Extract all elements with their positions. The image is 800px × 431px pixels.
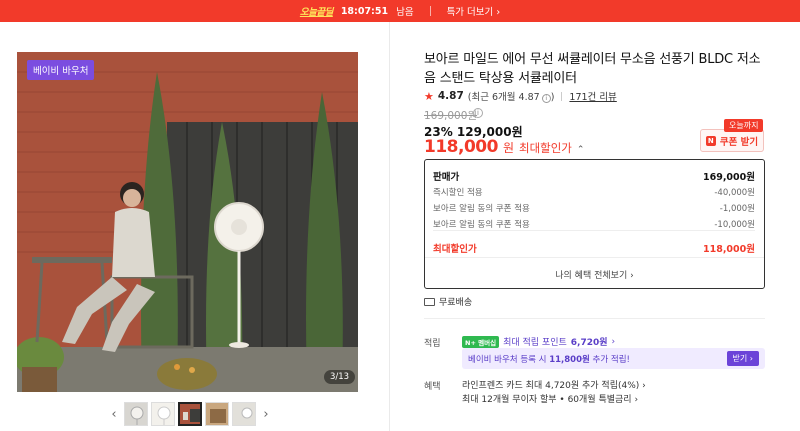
thumbnail[interactable] <box>205 402 229 426</box>
breakdown-row: 보아르 알림 동의 쿠폰 적용 -10,000원 <box>433 218 755 230</box>
final-price: 118,000 <box>424 137 498 157</box>
price-breakdown: 판매가 169,000원 즉시할인 적용 -40,000원 보아르 알림 동의 … <box>424 159 765 289</box>
coupon-button-label: 쿠폰 받기 <box>719 136 759 148</box>
deal-more-label: 특가 더보기 <box>446 7 494 18</box>
banner-divider <box>429 6 431 16</box>
voucher-badge: 베이비 바우처 <box>27 60 95 80</box>
points-amount: 6,720원 <box>570 338 608 348</box>
breakdown-divider <box>433 230 755 231</box>
rating-recent-close: ) <box>550 92 555 103</box>
voucher-receive-button[interactable]: 받기 › <box>726 351 759 366</box>
photo-counter: 3/13 <box>324 370 356 384</box>
chevron-right-icon: › <box>630 271 634 281</box>
deal-banner[interactable]: 오늘끝딜 18:07:51 남음 특가 더보기 › <box>0 0 800 22</box>
section-divider <box>424 318 765 319</box>
chevron-right-icon: › <box>611 336 616 347</box>
breakdown-label: 보아르 알림 동의 쿠폰 적용 <box>433 220 530 230</box>
review-link[interactable]: 171건 리뷰 <box>569 89 616 103</box>
all-benefits-label: 나의 혜택 전체보기 <box>555 271 628 281</box>
deal-timer: 18:07:51 <box>340 5 389 17</box>
benefit-card-text: 라인프렌즈 카드 최대 4,720원 추가 적립(4%) <box>462 381 640 391</box>
chevron-up-icon: ⌃ <box>576 145 585 155</box>
chevron-right-icon: › <box>496 7 501 18</box>
shipping-info: 무료배송 <box>424 295 472 308</box>
voucher-suffix: 추가 적립! <box>592 354 630 365</box>
product-photo-illustration <box>17 52 358 392</box>
benefit-installment[interactable]: 최대 12개월 무이자 할부 • 60개월 특별금리 › <box>462 392 638 405</box>
coupon-button[interactable]: N 쿠폰 받기 <box>700 129 764 152</box>
breakdown-value: 169,000원 <box>702 172 755 183</box>
breakdown-row: 즉시할인 적용 -40,000원 <box>433 186 755 198</box>
breakdown-label: 보아르 알림 동의 쿠폰 적용 <box>433 204 530 214</box>
chevron-right-icon[interactable]: › <box>259 407 273 422</box>
benefit-card[interactable]: 라인프렌즈 카드 최대 4,720원 추가 적립(4%) › <box>462 378 646 391</box>
thumbnail-active[interactable] <box>178 402 202 426</box>
breakdown-row: 보아르 알림 동의 쿠폰 적용 -1,000원 <box>433 202 755 214</box>
breakdown-total-value: 118,000원 <box>702 244 755 255</box>
product-main-image[interactable] <box>17 52 358 392</box>
points-text: 최대 적립 포인트 <box>503 338 567 348</box>
thumbnail[interactable] <box>232 402 256 426</box>
info-icon[interactable]: i <box>541 94 551 103</box>
benefits-section-label: 혜택 <box>424 382 441 392</box>
chevron-right-icon: › <box>642 381 646 391</box>
benefit-installment-text: 최대 12개월 무이자 할부 • 60개월 특별금리 <box>462 395 632 405</box>
final-price-label: 최대할인가 <box>518 141 572 155</box>
breakdown-value: -40,000원 <box>714 188 755 198</box>
breakdown-value: -1,000원 <box>719 204 755 214</box>
deal-more-link[interactable]: 특가 더보기 › <box>447 4 501 18</box>
breakdown-value: -10,000원 <box>714 220 755 230</box>
chevron-right-icon: › <box>634 395 639 405</box>
voucher-prefix: 베이비 바우처 등록 시 <box>468 354 547 365</box>
voucher-promo-bar[interactable]: 베이비 바우처 등록 시 11,800원 추가 적립! 받기 › <box>462 348 765 369</box>
today-only-tag: 오늘까지 <box>724 119 764 132</box>
voucher-promo-text: 베이비 바우처 등록 시 11,800원 추가 적립! <box>468 353 630 365</box>
breakdown-row: 판매가 169,000원 <box>433 169 755 183</box>
naver-n-icon: N <box>705 135 716 146</box>
deal-label: 오늘끝딜 <box>299 7 333 18</box>
points-line[interactable]: N+ 멤버십 최대 적립 포인트 6,720원 › <box>462 335 615 348</box>
breakdown-total-row: 최대할인가 118,000원 <box>433 241 755 255</box>
product-title: 보아르 마일드 에어 무선 써큘레이터 무소음 선풍기 BLDC 저소음 스탠드… <box>424 52 761 86</box>
membership-badge: N+ 멤버십 <box>462 335 500 348</box>
deal-remaining: 남음 <box>396 7 414 18</box>
breakdown-label: 판매가 <box>433 172 460 183</box>
voucher-button-label: 받기 <box>732 354 748 363</box>
info-icon[interactable]: i <box>473 108 483 118</box>
thumbnail[interactable] <box>151 402 175 426</box>
thumbnail-strip: ‹ › <box>107 402 273 426</box>
breakdown-label: 즉시할인 적용 <box>433 188 483 198</box>
original-price: 169,000원 <box>424 110 478 122</box>
rating-recent: (최근 6개월 4.87 i) <box>467 89 555 103</box>
breakdown-total-label: 최대할인가 <box>433 244 477 255</box>
star-icon: ★ <box>424 89 434 103</box>
thumbnail[interactable] <box>124 402 148 426</box>
all-benefits-link[interactable]: 나의 혜택 전체보기 › <box>425 268 764 281</box>
rating-row: ★ 4.87 (최근 6개월 4.87 i) 171건 리뷰 <box>424 89 617 103</box>
final-price-unit: 원 <box>502 141 514 155</box>
chevron-left-icon[interactable]: ‹ <box>107 407 121 422</box>
points-section-label: 적립 <box>424 339 441 349</box>
final-price-line[interactable]: 118,000 원 최대할인가 ⌃ <box>424 137 584 157</box>
truck-icon <box>424 297 435 306</box>
rating-divider <box>561 91 563 101</box>
voucher-amount: 11,800원 <box>549 354 590 365</box>
breakdown-divider <box>425 257 764 258</box>
shipping-label: 무료배송 <box>439 298 473 308</box>
rating-recent-text: (최근 6개월 4.87 <box>467 92 540 103</box>
rating-score: 4.87 <box>437 90 464 102</box>
column-divider <box>389 22 390 431</box>
